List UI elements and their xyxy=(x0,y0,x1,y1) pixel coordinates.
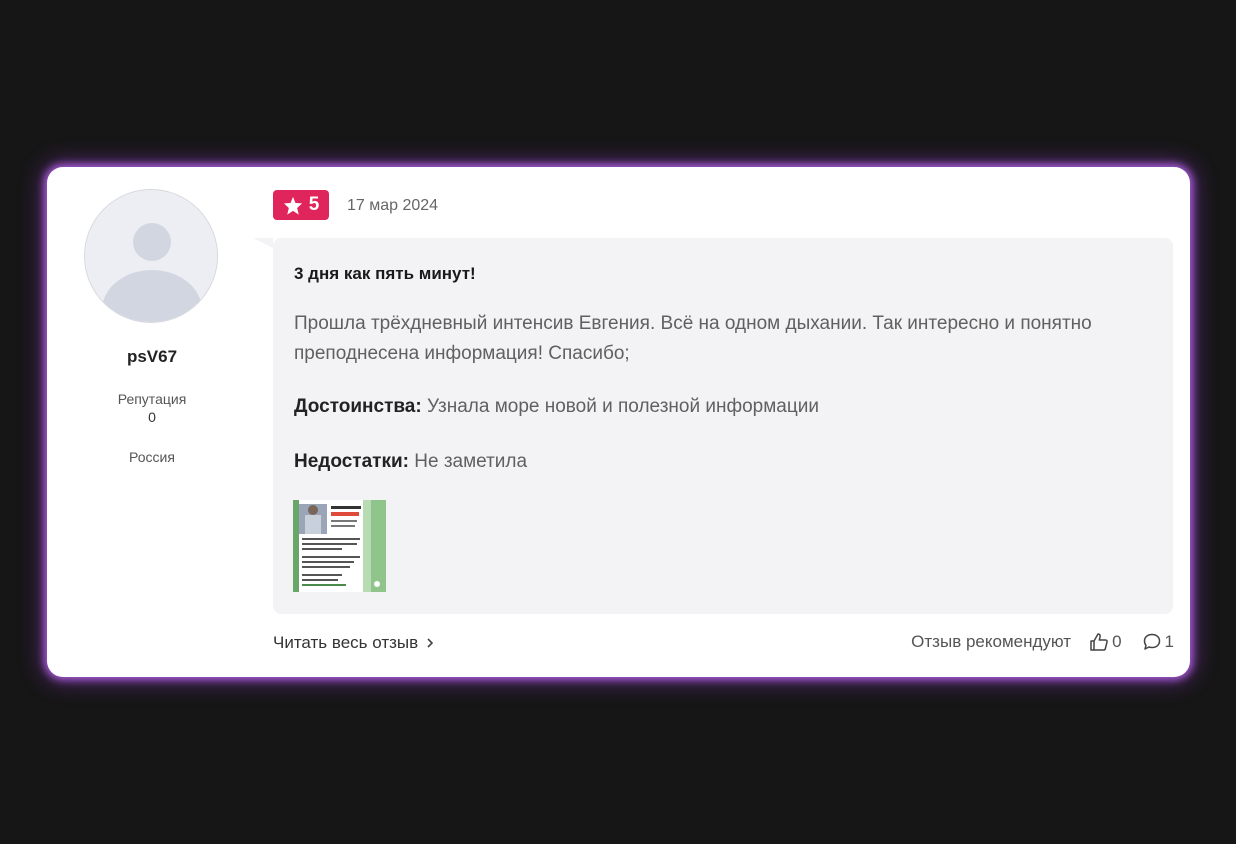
reputation-value: 0 xyxy=(148,409,156,425)
star-icon xyxy=(283,196,302,215)
user-info: psV67 Репутация 0 Россия xyxy=(47,167,257,677)
review-body: 3 дня как пять минут! Прошла трёхдневный… xyxy=(273,238,1173,614)
review-date: 17 мар 2024 xyxy=(347,197,439,214)
likes-count: 0 xyxy=(1112,632,1122,651)
read-more-label: Читать весь отзыв xyxy=(273,633,419,652)
user-avatar-placeholder-icon[interactable] xyxy=(84,189,218,323)
review-pros: Достоинства: Узнала море новой и полезно… xyxy=(294,396,819,418)
review-photo-thumbnail[interactable] xyxy=(293,500,386,592)
cons-label: Недостатки: xyxy=(294,451,409,472)
rating-badge: 5 xyxy=(273,190,329,220)
user-country: Россия xyxy=(129,449,175,465)
comments-button[interactable]: 1 xyxy=(1142,632,1174,652)
chevron-right-icon xyxy=(427,638,434,648)
recommend-label: Отзыв рекомендуют xyxy=(911,632,1072,651)
thumbs-up-icon xyxy=(1090,633,1108,651)
review-actions: Отзыв рекомендуют 0 1 xyxy=(911,632,1174,652)
review-text: Прошла трёхдневный интенсив Евгения. Всё… xyxy=(294,313,1092,364)
like-button[interactable]: 0 xyxy=(1089,632,1122,652)
reputation-label: Репутация xyxy=(117,391,187,407)
rating-value: 5 xyxy=(308,194,320,215)
cons-text: Не заметила xyxy=(414,451,528,472)
review-card: psV67 Репутация 0 Россия 5 17 мар 2024 3… xyxy=(47,167,1190,677)
comments-count: 1 xyxy=(1164,632,1174,651)
review-cons: Недостатки: Не заметила xyxy=(294,451,527,473)
bubble-tail xyxy=(253,238,273,248)
username[interactable]: psV67 xyxy=(47,347,257,367)
read-full-review-link[interactable]: Читать весь отзыв xyxy=(273,633,434,653)
pros-text: Узнала море новой и полезной информации xyxy=(426,396,819,417)
comment-icon xyxy=(1143,633,1160,650)
review-title[interactable]: 3 дня как пять минут! xyxy=(294,264,476,284)
pros-label: Достоинства: xyxy=(294,396,422,417)
